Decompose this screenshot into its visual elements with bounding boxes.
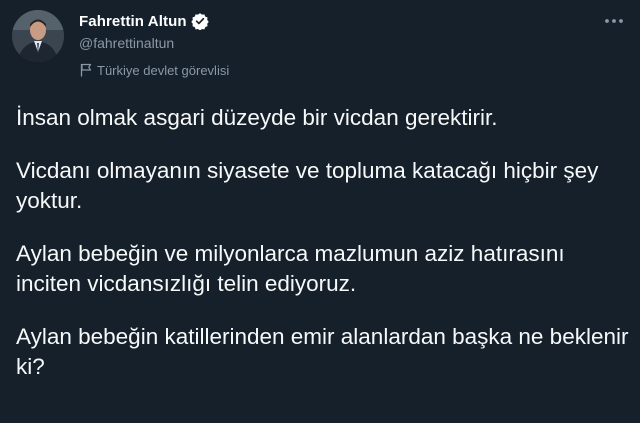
tweet-paragraph: Vicdanı olmayanın siyasete ve topluma ka… [16, 158, 599, 213]
tweet-paragraph: Aylan bebeğin ve milyonlarca mazlumun az… [16, 241, 565, 296]
display-name[interactable]: Fahrettin Altun [79, 13, 187, 30]
tweet-card: Fahrettin Altun @fahrettinaltun Türkiye … [0, 0, 640, 423]
tweet-header: Fahrettin Altun @fahrettinaltun Türkiye … [79, 10, 579, 79]
flag-icon [80, 63, 92, 77]
user-handle[interactable]: @fahrettinaltun [79, 33, 579, 53]
official-label-text: Türkiye devlet görevlisi [97, 62, 230, 78]
affiliation-label: Türkiye devlet görevlisi [79, 61, 579, 79]
tweet-text: İnsan olmak asgari düzeyde bir vicdan ge… [16, 103, 631, 405]
tweet-paragraph: İnsan olmak asgari düzeyde bir vicdan ge… [16, 105, 498, 130]
verified-badge-icon [190, 12, 209, 31]
avatar[interactable] [12, 10, 64, 62]
more-icon [602, 14, 626, 31]
name-row: Fahrettin Altun [79, 10, 579, 32]
more-options-button[interactable] [602, 14, 626, 26]
tweet-paragraph: Aylan bebeğin katillerinden emir alanlar… [16, 324, 629, 379]
